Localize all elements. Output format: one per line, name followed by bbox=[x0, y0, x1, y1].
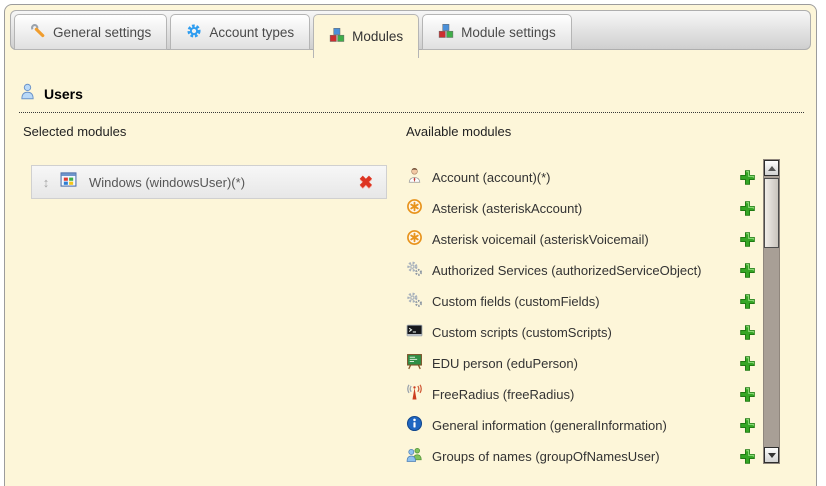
user-icon bbox=[19, 83, 36, 105]
arrow-up-icon bbox=[768, 166, 776, 171]
green-plus-icon[interactable] bbox=[739, 324, 756, 341]
drag-handle-icon[interactable]: ↕ bbox=[32, 175, 60, 190]
scrollbar[interactable] bbox=[763, 159, 780, 464]
list-item: FreeRadius (freeRadius) bbox=[406, 379, 758, 410]
list-item: Groups of names (groupOfNamesUser) bbox=[406, 441, 758, 472]
module-label: Groups of names (groupOfNamesUser) bbox=[432, 449, 739, 464]
tab-module-settings[interactable]: Module settings bbox=[422, 14, 572, 50]
list-item: Account (account)(*) bbox=[406, 162, 758, 193]
module-label: Custom fields (customFields) bbox=[432, 294, 739, 309]
module-label: Custom scripts (customScripts) bbox=[432, 325, 739, 340]
list-item: General information (generalInformation) bbox=[406, 410, 758, 441]
info-icon bbox=[406, 415, 423, 437]
blocks-icon bbox=[329, 27, 345, 46]
section-heading-users: Users bbox=[19, 83, 804, 113]
two-persons-icon bbox=[406, 446, 423, 468]
scroll-down-button[interactable] bbox=[764, 447, 779, 463]
selected-modules-label: Selected modules bbox=[23, 124, 126, 139]
arrow-down-icon bbox=[768, 453, 776, 458]
list-item: EDU person (eduPerson) bbox=[406, 348, 758, 379]
tab-account-types[interactable]: Account types bbox=[170, 14, 310, 50]
tab-label: Modules bbox=[352, 29, 403, 44]
list-item: Custom scripts (customScripts) bbox=[406, 317, 758, 348]
green-plus-icon[interactable] bbox=[739, 355, 756, 372]
module-label: FreeRadius (freeRadius) bbox=[432, 387, 739, 402]
module-label: EDU person (eduPerson) bbox=[432, 356, 739, 371]
available-modules-label: Available modules bbox=[406, 124, 511, 139]
section-title: Users bbox=[44, 86, 83, 102]
module-label: Asterisk voicemail (asteriskVoicemail) bbox=[432, 232, 739, 247]
terminal-icon bbox=[406, 322, 423, 344]
green-plus-icon[interactable] bbox=[739, 293, 756, 310]
green-plus-icon[interactable] bbox=[739, 200, 756, 217]
green-plus-icon[interactable] bbox=[739, 262, 756, 279]
red-x-icon[interactable]: ✖ bbox=[359, 174, 373, 191]
list-item: Authorized Services (authorizedServiceOb… bbox=[406, 255, 758, 286]
chalkboard-icon bbox=[406, 353, 423, 375]
tab-label: Account types bbox=[209, 25, 294, 40]
module-label: Asterisk (asteriskAccount) bbox=[432, 201, 739, 216]
tab-modules[interactable]: Modules bbox=[313, 14, 419, 58]
blocks-icon bbox=[438, 23, 454, 42]
tab-general-settings[interactable]: General settings bbox=[14, 14, 167, 50]
selected-module-row-windows[interactable]: ↕ Windows (windowsUser)(*) ✖ bbox=[31, 165, 387, 199]
scroll-up-button[interactable] bbox=[764, 160, 779, 176]
green-plus-icon[interactable] bbox=[739, 448, 756, 465]
orange-asterisk-icon bbox=[406, 198, 423, 220]
green-plus-icon[interactable] bbox=[739, 417, 756, 434]
list-item: Asterisk (asteriskAccount) bbox=[406, 193, 758, 224]
wrench-icon bbox=[30, 23, 46, 42]
list-item: Asterisk voicemail (asteriskVoicemail) bbox=[406, 224, 758, 255]
green-plus-icon[interactable] bbox=[739, 231, 756, 248]
gray-gears-icon bbox=[406, 291, 423, 313]
gray-gears-icon bbox=[406, 260, 423, 282]
green-plus-icon[interactable] bbox=[739, 386, 756, 403]
orange-asterisk-icon bbox=[406, 229, 423, 251]
person-suit-icon bbox=[406, 167, 423, 189]
list-item: Custom fields (customFields) bbox=[406, 286, 758, 317]
green-plus-icon[interactable] bbox=[739, 169, 756, 186]
antenna-icon bbox=[406, 384, 423, 406]
available-modules-list: Account (account)(*) Asterisk (asteriskA… bbox=[406, 162, 758, 472]
settings-panel: General settings Account types Modules M… bbox=[4, 4, 817, 486]
module-label: Authorized Services (authorizedServiceOb… bbox=[432, 263, 739, 278]
windows-icon bbox=[60, 171, 77, 193]
tab-label: General settings bbox=[53, 25, 151, 40]
tab-bar: General settings Account types Modules M… bbox=[10, 10, 811, 50]
selected-module-label: Windows (windowsUser)(*) bbox=[89, 175, 359, 190]
module-label: Account (account)(*) bbox=[432, 170, 739, 185]
module-label: General information (generalInformation) bbox=[432, 418, 739, 433]
gear-icon bbox=[186, 23, 202, 42]
scrollbar-thumb[interactable] bbox=[764, 178, 779, 248]
tab-label: Module settings bbox=[461, 25, 556, 40]
